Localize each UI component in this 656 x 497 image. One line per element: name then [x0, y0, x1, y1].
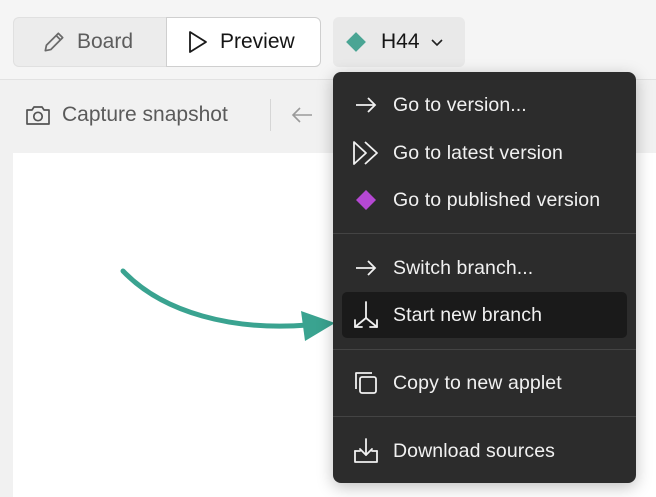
menu-item-switch-branch[interactable]: Switch branch... — [342, 245, 627, 291]
capture-snapshot-button[interactable]: Capture snapshot — [25, 103, 228, 127]
play-icon — [186, 29, 210, 55]
version-label: H44 — [381, 30, 420, 53]
arrow-right-icon — [351, 95, 381, 115]
pencil-icon — [41, 29, 67, 55]
back-arrow-icon[interactable] — [290, 105, 314, 125]
menu-item-label: Start new branch — [393, 303, 543, 326]
menu-item-label: Switch branch... — [393, 256, 534, 279]
menu-item-label: Download sources — [393, 439, 556, 462]
menu-divider — [333, 233, 636, 234]
menu-item-go-to-version[interactable]: Go to version... — [342, 82, 627, 128]
menu-divider — [333, 416, 636, 417]
fast-forward-icon — [351, 139, 381, 167]
version-diamond-icon — [346, 32, 366, 52]
chevron-down-icon — [430, 37, 444, 47]
arrow-right-icon — [351, 258, 381, 278]
menu-item-copy-to-new-applet[interactable]: Copy to new applet — [342, 360, 627, 406]
menu-divider — [333, 349, 636, 350]
toolbar-divider — [270, 99, 271, 131]
top-bar: Board Preview H44 — [0, 0, 656, 80]
camera-icon — [25, 103, 51, 127]
preview-label: Preview — [220, 30, 295, 53]
menu-item-label: Go to version... — [393, 93, 527, 116]
curved-arrow-icon — [120, 268, 335, 341]
board-button[interactable]: Board — [13, 17, 167, 67]
menu-item-download-sources[interactable]: Download sources — [342, 428, 627, 474]
published-diamond-icon — [351, 189, 381, 211]
menu-item-label: Copy to new applet — [393, 371, 562, 394]
copy-icon — [351, 370, 381, 396]
menu-item-label: Go to published version — [393, 188, 601, 211]
menu-item-go-to-published-version[interactable]: Go to published version — [342, 177, 627, 223]
menu-item-label: Go to latest version — [393, 141, 563, 164]
capture-snapshot-label: Capture snapshot — [62, 103, 228, 126]
board-label: Board — [77, 30, 134, 53]
menu-item-go-to-latest-version[interactable]: Go to latest version — [342, 130, 627, 176]
download-icon — [351, 437, 381, 465]
branch-fork-icon — [351, 300, 381, 330]
version-menu: Go to version... Go to latest version Go… — [333, 72, 636, 483]
menu-item-start-new-branch[interactable]: Start new branch — [342, 292, 627, 338]
preview-button[interactable]: Preview — [166, 17, 321, 67]
version-dropdown-button[interactable]: H44 — [333, 17, 465, 67]
